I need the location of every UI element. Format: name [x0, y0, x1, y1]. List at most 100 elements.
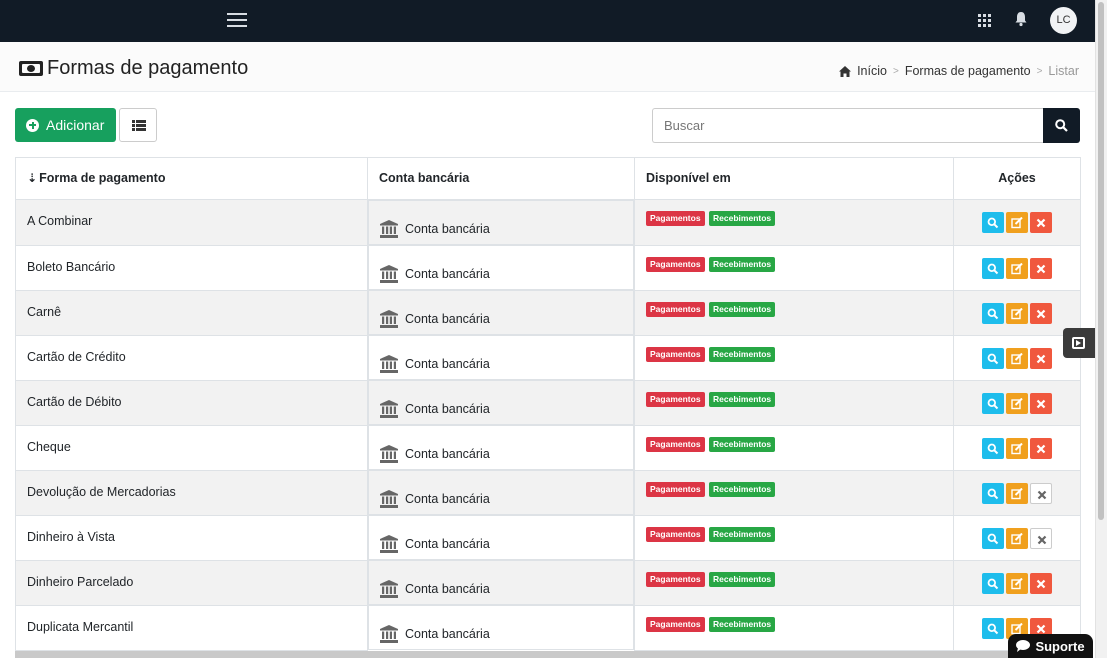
bell-icon[interactable]: [1014, 11, 1028, 27]
edit-button[interactable]: [1006, 437, 1028, 459]
breadcrumb-section-link[interactable]: Formas de pagamento: [905, 64, 1031, 78]
side-panel-toggle[interactable]: [1063, 328, 1095, 358]
scrollbar-thumb[interactable]: [1098, 2, 1104, 520]
bank-icon: [380, 444, 398, 463]
delete-button[interactable]: [1030, 347, 1052, 369]
available-in-cell: Pagamentos Recebimentos: [634, 199, 954, 246]
bank-account-cell: Conta bancária: [368, 290, 634, 335]
table-row[interactable]: Boleto Bancário Conta bancária Pagamentos …: [15, 244, 1081, 291]
view-button[interactable]: [982, 257, 1004, 279]
support-button[interactable]: Suporte: [1008, 634, 1093, 658]
edit-button[interactable]: [1006, 257, 1028, 279]
play-square-icon: [1072, 337, 1085, 349]
edit-button[interactable]: [1006, 482, 1028, 504]
delete-button[interactable]: [1030, 437, 1052, 459]
list-view-button[interactable]: [119, 108, 157, 142]
delete-button[interactable]: [1030, 392, 1052, 414]
delete-button[interactable]: [1030, 212, 1052, 233]
available-in-cell: Pagamentos Recebimentos: [634, 469, 954, 516]
bank-icon: [380, 579, 398, 598]
badge-recebimentos: Recebimentos: [709, 481, 776, 497]
table-row[interactable]: Duplicata Mercantil Conta bancária Pagamen…: [15, 604, 1081, 651]
view-button[interactable]: [982, 347, 1004, 369]
bank-account-label: Conta bancária: [405, 311, 490, 326]
edit-button[interactable]: [1006, 527, 1028, 549]
payment-method-name: Duplicata Mercantil: [15, 604, 368, 651]
payment-method-name: Devolução de Mercadorias: [15, 469, 368, 516]
badge-pagamentos: Pagamentos: [646, 481, 705, 497]
badge-pagamentos: Pagamentos: [646, 391, 705, 407]
delete-button[interactable]: [1030, 257, 1052, 279]
view-button[interactable]: [982, 392, 1004, 414]
badge-recebimentos: Recebimentos: [709, 346, 776, 362]
column-header-payment-method[interactable]: ⇣ Forma de pagamento: [15, 157, 368, 200]
view-button[interactable]: [982, 482, 1004, 504]
breadcrumb: Início > Formas de pagamento > Listar: [839, 64, 1079, 78]
view-button[interactable]: [982, 572, 1004, 594]
column-label: Forma de pagamento: [39, 171, 166, 185]
search-button[interactable]: [1043, 108, 1080, 143]
badge-pagamentos: Pagamentos: [646, 526, 705, 542]
payment-method-name: Cheque: [15, 424, 368, 471]
table-row[interactable]: Cartão de Crédito Conta bancária Pagamento…: [15, 334, 1081, 381]
horizontal-scrollbar[interactable]: [15, 651, 1080, 658]
bank-account-cell: Conta bancária: [368, 560, 634, 605]
view-button[interactable]: [982, 302, 1004, 324]
edit-button[interactable]: [1006, 302, 1028, 324]
grid-icon[interactable]: [978, 14, 991, 27]
edit-button[interactable]: [1006, 392, 1028, 414]
available-in-cell: Pagamentos Recebimentos: [634, 424, 954, 471]
payment-method-name: Dinheiro à Vista: [15, 514, 368, 561]
actions-cell: [953, 469, 1081, 516]
bank-account-cell: Conta bancária: [368, 245, 634, 290]
available-in-cell: Pagamentos Recebimentos: [634, 379, 954, 426]
badge-recebimentos: Recebimentos: [709, 571, 776, 587]
badge-recebimentos: Recebimentos: [709, 211, 776, 226]
breadcrumb-home-link[interactable]: Início: [857, 64, 887, 78]
bank-account-label: Conta bancária: [405, 221, 490, 236]
delete-button: [1030, 527, 1052, 549]
actions-cell: [953, 199, 1081, 246]
available-in-cell: Pagamentos Recebimentos: [634, 289, 954, 336]
support-label: Suporte: [1035, 638, 1085, 654]
bank-icon: [380, 624, 398, 643]
table-row[interactable]: Cartão de Débito Conta bancária Pagamentos…: [15, 379, 1081, 426]
delete-button[interactable]: [1030, 572, 1052, 594]
bank-account-label: Conta bancária: [405, 536, 490, 551]
delete-button[interactable]: [1030, 302, 1052, 324]
table-row[interactable]: Devolução de Mercadorias Conta bancária Pa…: [15, 469, 1081, 516]
user-avatar[interactable]: LC: [1050, 7, 1077, 34]
view-button[interactable]: [982, 527, 1004, 549]
actions-cell: [953, 379, 1081, 426]
add-button[interactable]: Adicionar: [15, 108, 116, 142]
table-row[interactable]: Cheque Conta bancária Pagamentos Recebimen…: [15, 424, 1081, 471]
view-button[interactable]: [982, 212, 1004, 233]
edit-button[interactable]: [1006, 347, 1028, 369]
column-header-bank-account[interactable]: Conta bancária: [367, 157, 635, 200]
view-button[interactable]: [982, 437, 1004, 459]
table-row[interactable]: A Combinar Conta bancária Pagamentos Receb…: [15, 199, 1081, 246]
payment-method-name: Boleto Bancário: [15, 244, 368, 291]
table-row[interactable]: Carnê Conta bancária Pagamentos Recebiment…: [15, 289, 1081, 336]
bank-account-label: Conta bancária: [405, 491, 490, 506]
available-in-cell: Pagamentos Recebimentos: [634, 514, 954, 561]
list-icon: [132, 120, 146, 131]
table-row[interactable]: Dinheiro Parcelado Conta bancária Pagament…: [15, 559, 1081, 606]
badge-pagamentos: Pagamentos: [646, 256, 705, 272]
chat-icon: [1016, 640, 1031, 652]
table-row[interactable]: Dinheiro à Vista Conta bancária Pagamentos…: [15, 514, 1081, 561]
bank-account-label: Conta bancária: [405, 266, 490, 281]
bank-icon: [380, 399, 398, 418]
hamburger-icon[interactable]: [227, 13, 247, 27]
available-in-cell: Pagamentos Recebimentos: [634, 334, 954, 381]
edit-button[interactable]: [1006, 572, 1028, 594]
column-header-available-in[interactable]: Disponível em: [634, 157, 954, 200]
search-input[interactable]: [652, 108, 1044, 143]
available-in-cell: Pagamentos Recebimentos: [634, 244, 954, 291]
edit-button[interactable]: [1006, 212, 1028, 233]
bank-icon: [380, 264, 398, 283]
view-button[interactable]: [982, 617, 1004, 639]
badge-recebimentos: Recebimentos: [709, 436, 776, 452]
top-navbar: LC: [0, 0, 1095, 42]
breadcrumb-separator: >: [1036, 65, 1043, 77]
